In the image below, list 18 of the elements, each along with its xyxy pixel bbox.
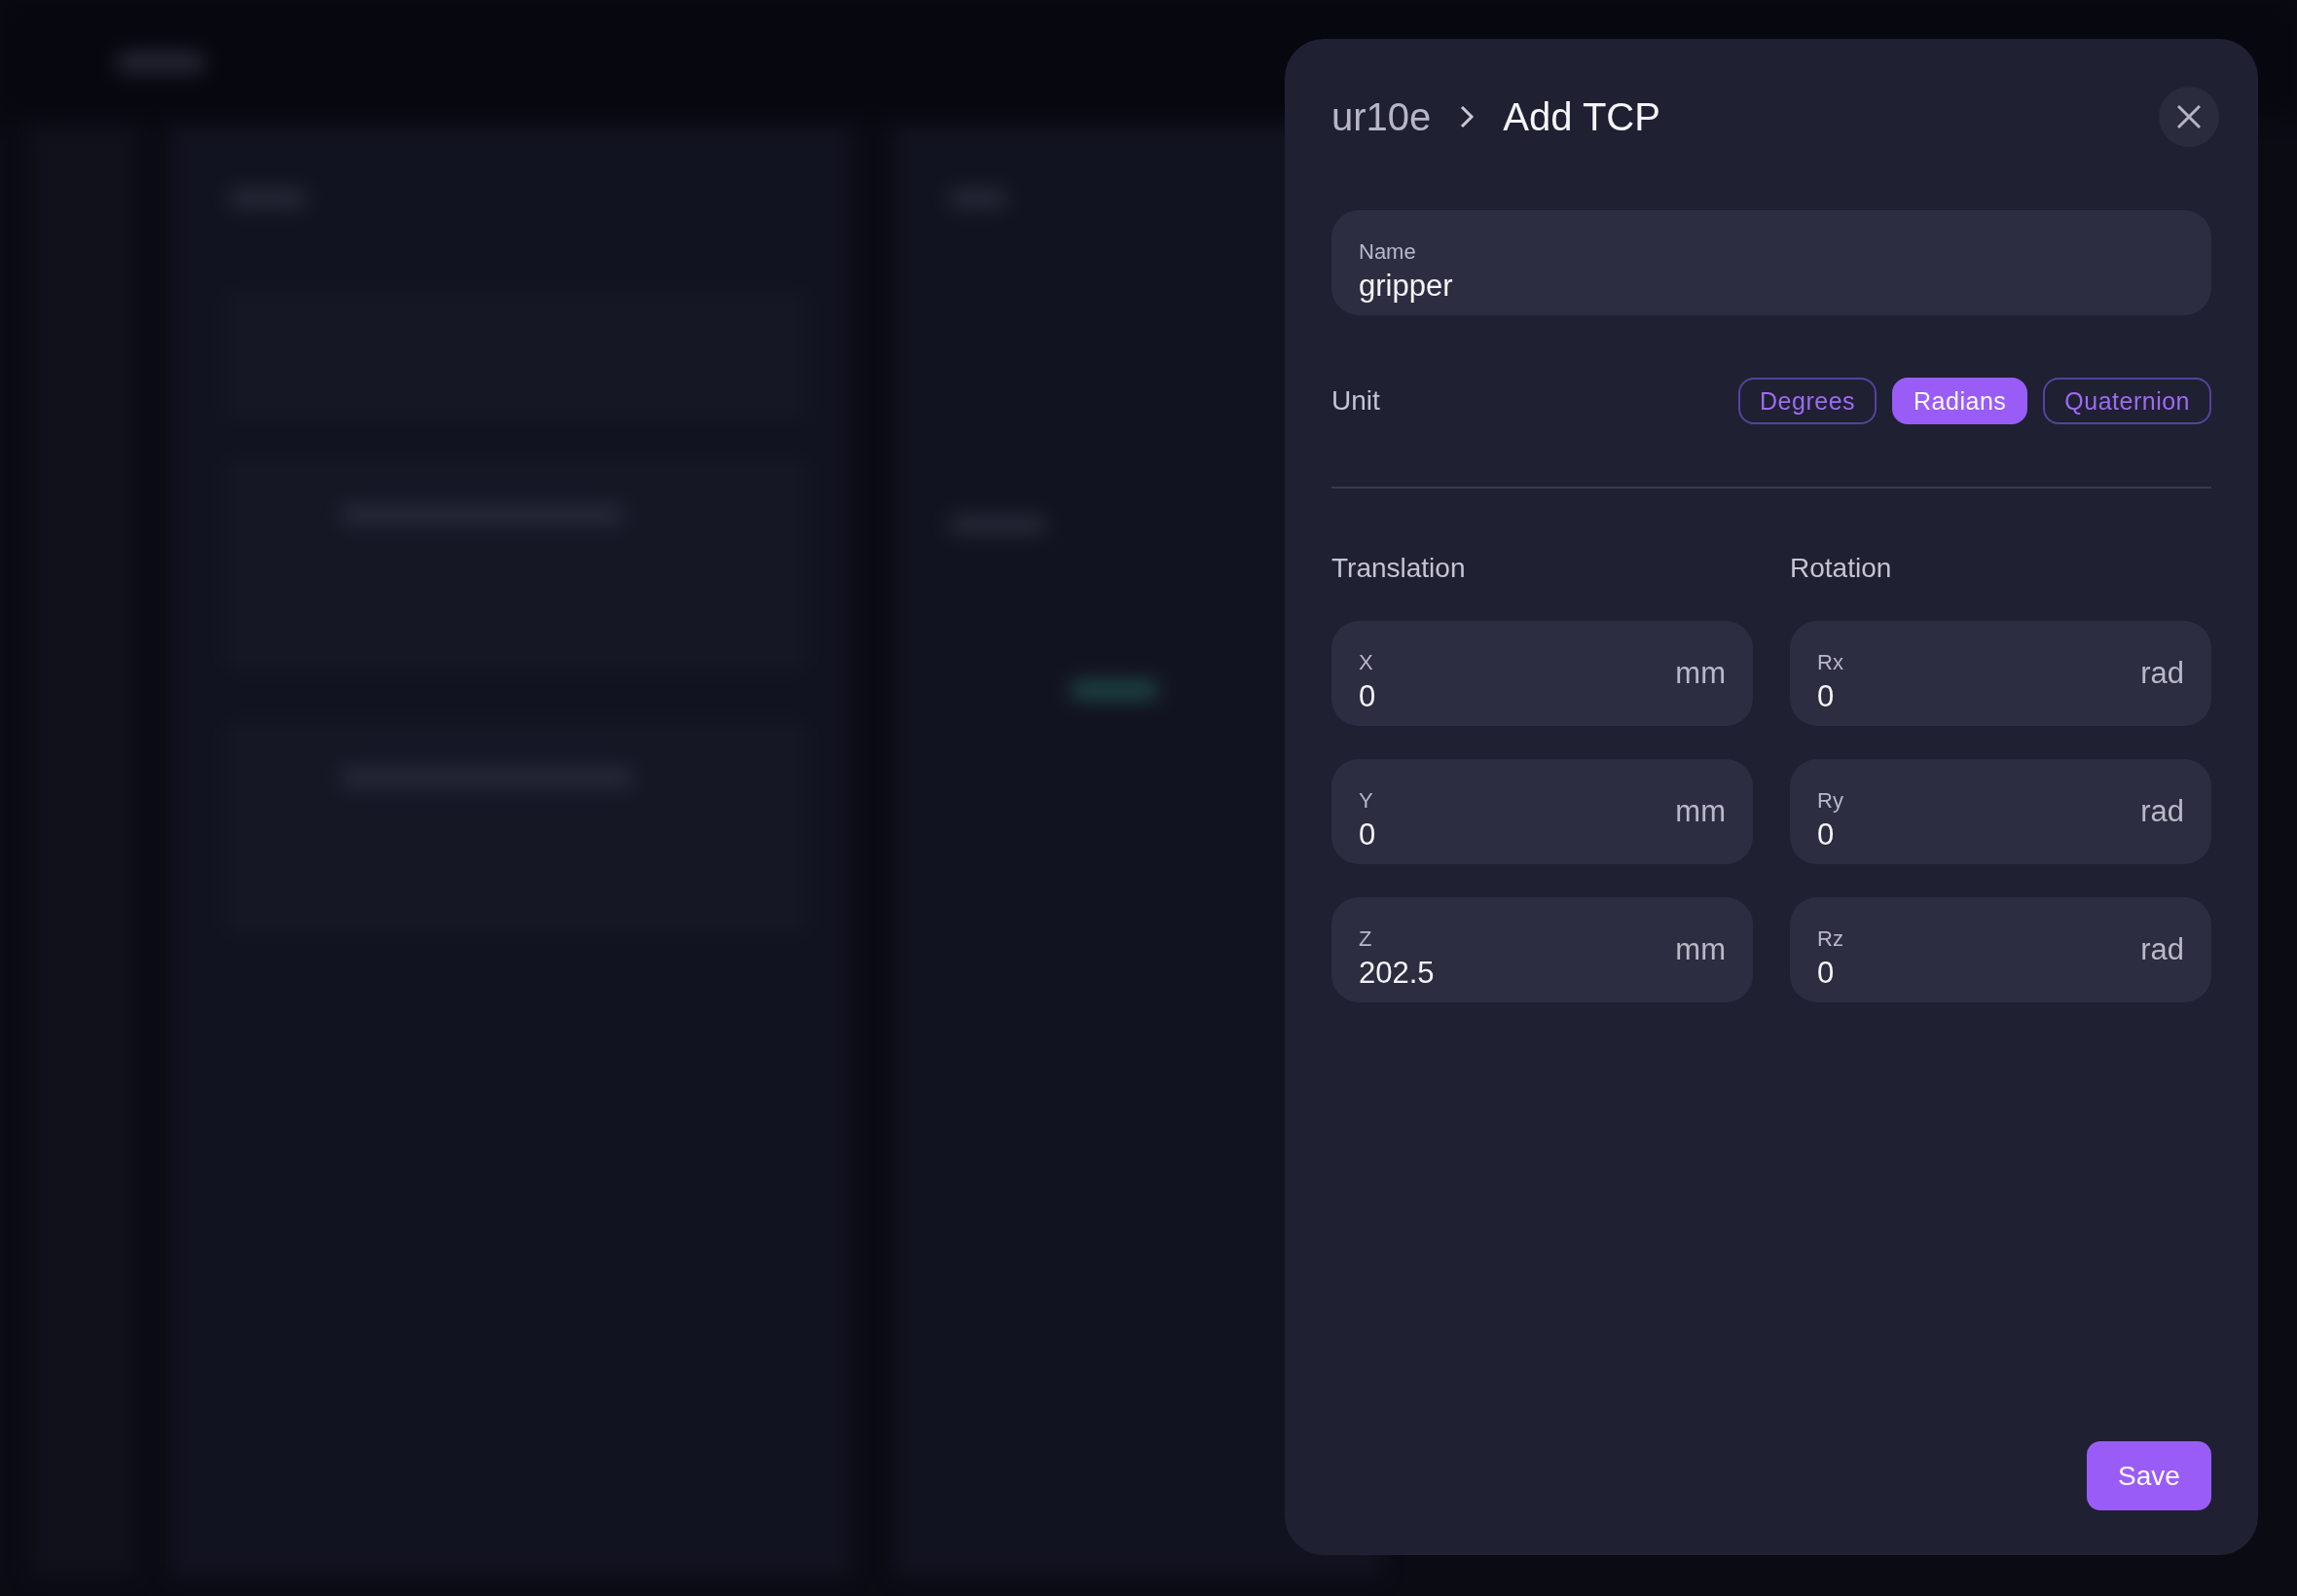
dialog-title: Add TCP <box>1503 94 1661 139</box>
unit-chip[interactable]: Radians <box>1892 378 2028 424</box>
input-field[interactable]: Name gripper <box>1331 210 2211 315</box>
input-field[interactable]: X 0 mm <box>1331 621 1753 726</box>
section-heading: Rotation <box>1790 553 1893 585</box>
input-field[interactable]: Rz 0 rad <box>1790 897 2211 1002</box>
unit-chip[interactable]: Degrees <box>1738 378 1878 424</box>
chevron-right-icon <box>1458 103 1477 130</box>
unit-label: Unit <box>1331 385 1381 417</box>
save-button[interactable]: Save <box>2087 1441 2211 1510</box>
input-field[interactable]: Rx 0 rad <box>1790 621 2211 726</box>
input-field[interactable]: Ry 0 rad <box>1790 759 2211 864</box>
breadcrumb-link[interactable]: ur10e <box>1331 94 1432 139</box>
unit-chip[interactable]: Quaternion <box>2043 378 2211 424</box>
close-icon <box>2176 104 2202 129</box>
section-heading: Translation <box>1331 553 1467 585</box>
input-field[interactable]: Y 0 mm <box>1331 759 1753 864</box>
input-field[interactable]: Z 202.5 mm <box>1331 897 1753 1002</box>
